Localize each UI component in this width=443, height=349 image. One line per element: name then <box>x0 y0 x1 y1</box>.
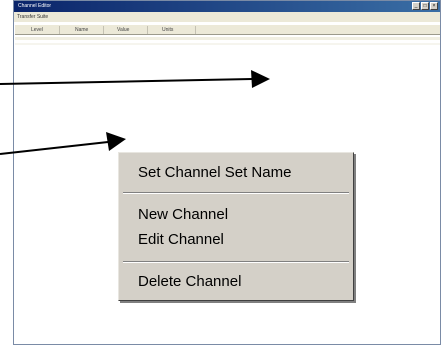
menu-item-delete-channel[interactable]: Delete Channel <box>138 272 241 291</box>
menu-separator <box>123 192 349 194</box>
menu-item-set-channel-set-name[interactable]: Set Channel Set Name <box>138 163 291 182</box>
list-row-strip <box>15 37 440 40</box>
column-divider[interactable] <box>59 26 60 34</box>
column-header-level[interactable]: Level <box>31 27 43 33</box>
menu-separator <box>123 261 349 263</box>
column-header-units[interactable]: Units <box>162 27 173 33</box>
minimize-button[interactable]: _ <box>412 2 420 10</box>
context-menu: Set Channel Set Name New Channel Edit Ch… <box>118 152 354 301</box>
column-divider[interactable] <box>103 26 104 34</box>
menu-item-new-channel[interactable]: New Channel <box>138 205 228 224</box>
window-title: Channel Editor <box>18 3 52 9</box>
column-header-value[interactable]: Value <box>117 27 129 33</box>
column-divider[interactable] <box>147 26 148 34</box>
window-controls: _ □ × <box>412 2 438 10</box>
menu-bar: Transfer Suite <box>14 12 440 22</box>
close-button[interactable]: × <box>430 2 438 10</box>
list-row-strip <box>15 43 440 45</box>
maximize-button[interactable]: □ <box>421 2 429 10</box>
column-divider[interactable] <box>195 26 196 34</box>
column-header: Level Name Value Units <box>15 24 440 35</box>
menu-label[interactable]: Transfer Suite <box>17 13 48 21</box>
title-bar[interactable]: Channel Editor _ □ × <box>14 1 440 12</box>
column-header-name[interactable]: Name <box>75 27 88 33</box>
menu-item-edit-channel[interactable]: Edit Channel <box>138 230 224 249</box>
